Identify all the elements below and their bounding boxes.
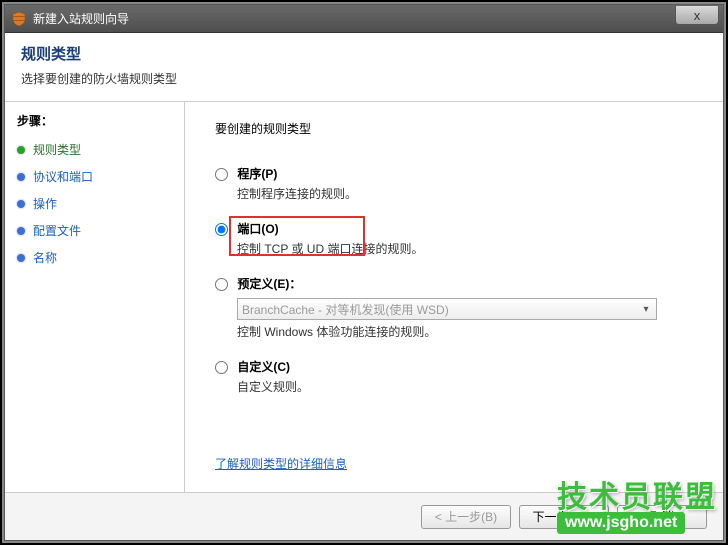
step-protocol-port[interactable]: 协议和端口	[17, 168, 184, 185]
step-label[interactable]: 操作	[33, 195, 57, 212]
next-button[interactable]: 下一步(N) >	[519, 505, 609, 529]
step-label[interactable]: 名称	[33, 249, 57, 266]
bullet-icon	[17, 227, 25, 235]
radio-item-predefined: 预定义(E)： BranchCache - 对等机发现(使用 WSD) ▾ 控制…	[215, 275, 693, 340]
bullet-icon	[17, 146, 25, 154]
radio-program-desc: 控制程序连接的规则。	[237, 185, 693, 202]
radio-custom-desc: 自定义规则。	[237, 378, 693, 395]
step-label[interactable]: 配置文件	[33, 222, 81, 239]
step-list: 规则类型 协议和端口 操作 配置文件 名称	[17, 141, 184, 266]
radio-predefined-label[interactable]: 预定义(E)：	[237, 277, 301, 291]
rule-type-radio-group: 程序(P) 控制程序连接的规则。 端口(O) 控制 TCP 或 UD 端口连接的…	[215, 165, 693, 395]
header-subheading: 选择要创建的防火墙规则类型	[21, 70, 707, 87]
radio-port[interactable]	[215, 223, 228, 236]
step-rule-type[interactable]: 规则类型	[17, 141, 184, 158]
radio-port-desc: 控制 TCP 或 UD 端口连接的规则。	[237, 240, 693, 257]
radio-item-program: 程序(P) 控制程序连接的规则。	[215, 165, 693, 202]
learn-more-area: 了解规则类型的详细信息	[215, 455, 693, 472]
predefined-dropdown[interactable]: BranchCache - 对等机发现(使用 WSD) ▾	[237, 298, 657, 320]
header-heading: 规则类型	[21, 43, 707, 64]
step-profile[interactable]: 配置文件	[17, 222, 184, 239]
bullet-icon	[17, 173, 25, 181]
wizard-header: 规则类型 选择要创建的防火墙规则类型	[5, 33, 723, 102]
firewall-icon	[11, 11, 27, 27]
radio-predefined[interactable]	[215, 278, 228, 291]
cancel-button[interactable]: 取消	[617, 505, 707, 529]
step-label[interactable]: 规则类型	[33, 141, 81, 158]
chevron-down-icon: ▾	[638, 301, 654, 317]
radio-program[interactable]	[215, 168, 228, 181]
radio-predefined-desc: 控制 Windows 体验功能连接的规则。	[237, 323, 693, 340]
dropdown-value: BranchCache - 对等机发现(使用 WSD)	[242, 301, 449, 318]
bullet-icon	[17, 254, 25, 262]
radio-item-custom: 自定义(C) 自定义规则。	[215, 358, 693, 395]
step-name[interactable]: 名称	[17, 249, 184, 266]
back-button[interactable]: < 上一步(B)	[421, 505, 511, 529]
close-button[interactable]: x	[675, 6, 719, 25]
wizard-footer: < 上一步(B) 下一步(N) > 取消	[5, 492, 723, 540]
wizard-window: 新建入站规则向导 x 规则类型 选择要创建的防火墙规则类型 步骤： 规则类型 协…	[4, 4, 724, 541]
learn-more-link[interactable]: 了解规则类型的详细信息	[215, 457, 347, 471]
window-title: 新建入站规则向导	[33, 10, 129, 27]
radio-item-port: 端口(O) 控制 TCP 或 UD 端口连接的规则。	[215, 220, 693, 257]
radio-port-label[interactable]: 端口(O)	[237, 222, 278, 236]
main-prompt: 要创建的规则类型	[215, 120, 693, 137]
step-action[interactable]: 操作	[17, 195, 184, 212]
radio-custom-label[interactable]: 自定义(C)	[237, 360, 290, 374]
step-label[interactable]: 协议和端口	[33, 168, 93, 185]
bullet-icon	[17, 200, 25, 208]
radio-custom[interactable]	[215, 361, 228, 374]
steps-sidebar: 步骤： 规则类型 协议和端口 操作 配置文件 名称	[5, 102, 185, 501]
titlebar: 新建入站规则向导 x	[5, 5, 723, 33]
radio-program-label[interactable]: 程序(P)	[237, 167, 277, 181]
main-panel: 要创建的规则类型 程序(P) 控制程序连接的规则。 端口(O) 控制 TCP 或…	[185, 102, 723, 501]
sidebar-title: 步骤：	[17, 112, 184, 129]
